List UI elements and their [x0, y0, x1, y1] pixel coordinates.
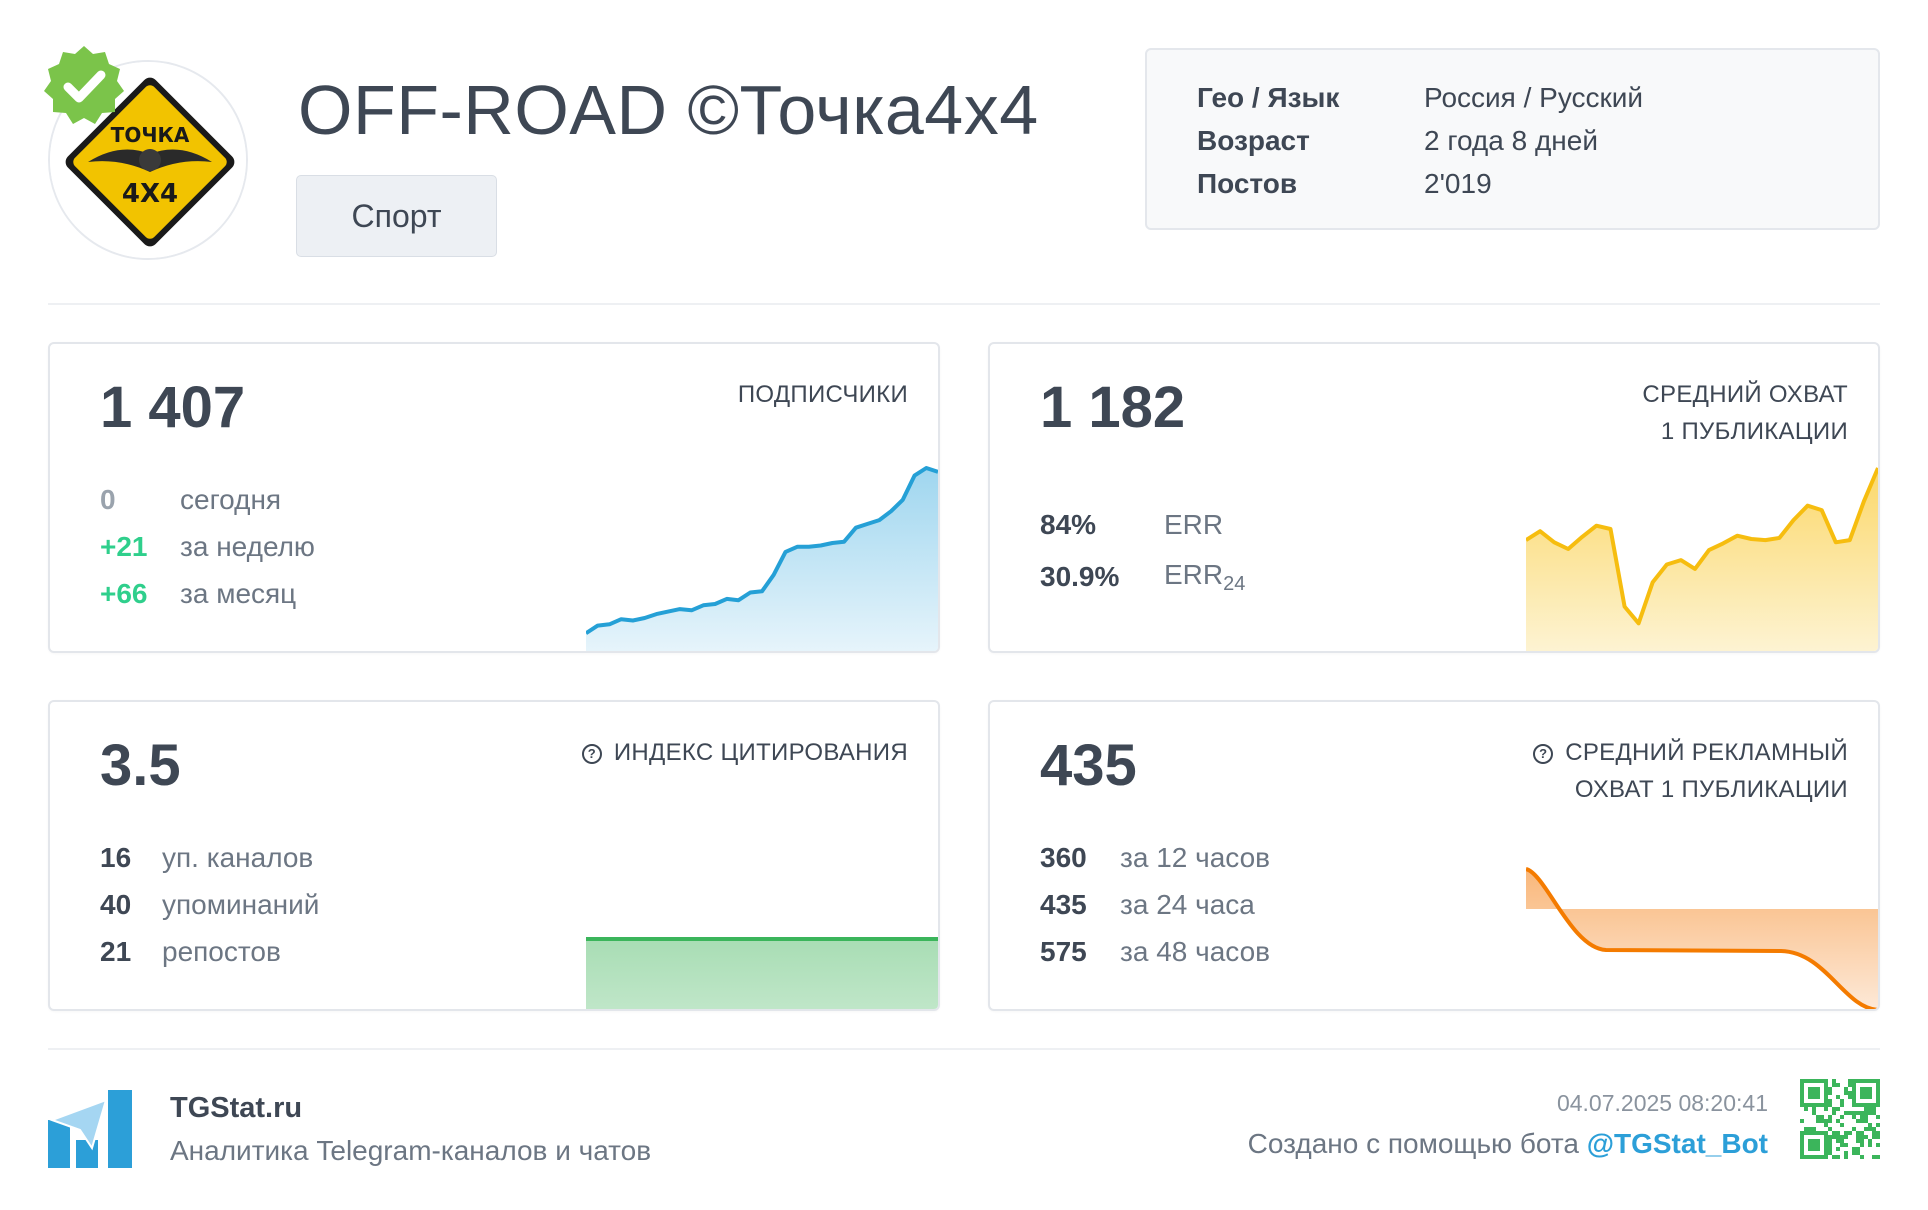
- ad-reach-label-line2: ОХВАТ 1 ПУБЛИКАЦИИ: [1574, 776, 1848, 803]
- stat-today-num: 0: [100, 483, 116, 515]
- stat-row-12h: 360 за 12 часов: [1040, 834, 1270, 881]
- citation-stats: 16 уп. каналов 40 упоминаний 21 репостов: [100, 834, 319, 975]
- avg-reach-trend-chart: [1526, 467, 1878, 651]
- stat-row-month: +66 за месяц: [100, 570, 315, 617]
- subscribers-label: ПОДПИСЧИКИ: [737, 381, 908, 408]
- ad-reach-label-line1: СРЕДНИЙ РЕКЛАМНЫЙ: [1565, 739, 1848, 766]
- err-stats: 84% ERR 30.9% ERR24: [1040, 499, 1245, 603]
- err24-label-sub: 24: [1223, 572, 1246, 595]
- stat-row-err: 84% ERR: [1040, 499, 1245, 551]
- stat-week-num: +21: [100, 530, 148, 562]
- header-divider: [48, 303, 1880, 305]
- citation-index-label: ? ИНДЕКС ЦИТИРОВАНИЯ: [581, 734, 908, 771]
- stat-48h-num: 575: [1040, 935, 1087, 967]
- stat-today-label: сегодня: [180, 483, 282, 515]
- brand-tagline: Аналитика Telegram-каналов и чатов: [170, 1135, 652, 1166]
- avg-reach-label-line1: СРЕДНИЙ ОХВАТ: [1642, 381, 1848, 408]
- citation-index-value: 3.5: [100, 733, 181, 798]
- subscribers-area: [586, 468, 938, 651]
- ad-reach-stats: 360 за 12 часов 435 за 24 часа 575 за 48…: [1040, 834, 1270, 975]
- created-by-prefix: Создано с помощью бота: [1247, 1128, 1587, 1159]
- timestamp: 04.07.2025 08:20:41: [1556, 1090, 1768, 1116]
- stat-row-week: +21 за неделю: [100, 523, 315, 570]
- stat-month-label: за месяц: [180, 577, 297, 609]
- ad-reach-label: ? СРЕДНИЙ РЕКЛАМНЫЙ ОХВАТ 1 ПУБЛИКАЦИИ: [1533, 734, 1848, 808]
- subscribers-count: 1 407: [100, 375, 246, 440]
- info-key: Возраст: [1197, 124, 1310, 156]
- stat-week-label: за неделю: [180, 530, 315, 562]
- footer-divider: [48, 1048, 1880, 1050]
- err-label: ERR: [1164, 509, 1224, 540]
- stat-24h-num: 435: [1040, 888, 1087, 920]
- info-value: 2 года 8 дней: [1424, 124, 1598, 156]
- created-by: Создано с помощью бота @TGStat_Bot: [1248, 1128, 1768, 1160]
- category-button[interactable]: Спорт: [296, 175, 497, 257]
- info-value: 2'019: [1424, 167, 1492, 199]
- stat-mentions-num: 40: [100, 888, 132, 920]
- citation-index-label-text: ИНДЕКС ЦИТИРОВАНИЯ: [613, 739, 908, 766]
- qr-code-icon: [1800, 1079, 1880, 1159]
- info-key: Гео / Язык: [1197, 81, 1340, 113]
- subscribers-trend-chart: [586, 466, 938, 651]
- stat-row-err24: 30.9% ERR24: [1040, 551, 1245, 603]
- stat-month-num: +66: [100, 577, 148, 609]
- help-icon[interactable]: ?: [581, 744, 602, 764]
- err24-value: 30.9%: [1040, 561, 1120, 592]
- svg-text:4X4: 4X4: [122, 179, 178, 209]
- ad-reach-value: 435: [1040, 733, 1137, 798]
- stat-reposts-label: репостов: [162, 935, 281, 967]
- citation-area: [586, 939, 938, 1009]
- stat-mentions-label: упоминаний: [162, 888, 320, 920]
- info-row-geo: Гео / Язык Россия / Русский: [1197, 76, 1878, 119]
- help-icon[interactable]: ?: [1533, 744, 1554, 764]
- avg-reach-card: 1 182 СРЕДНИЙ ОХВАТ 1 ПУБЛИКАЦИИ 84% ERR…: [988, 342, 1880, 653]
- stat-12h-label: за 12 часов: [1120, 841, 1271, 873]
- bot-link[interactable]: @TGStat_Bot: [1587, 1128, 1768, 1159]
- err-value: 84%: [1040, 509, 1097, 540]
- err24-label-main: ERR: [1164, 558, 1224, 590]
- stat-row-today: 0 сегодня: [100, 476, 315, 523]
- channel-title: OFF-ROAD ©Точка4х4: [298, 71, 1039, 149]
- stat-row-24h: 435 за 24 часа: [1040, 881, 1270, 928]
- ad-reach-card: 435 ? СРЕДНИЙ РЕКЛАМНЫЙ ОХВАТ 1 ПУБЛИКАЦИ…: [988, 700, 1880, 1011]
- stat-channels-label: уп. каналов: [162, 841, 314, 873]
- info-row-age: Возраст 2 года 8 дней: [1197, 119, 1878, 162]
- err24-label: ERR24: [1164, 559, 1245, 596]
- stat-row-channels: 16 уп. каналов: [100, 834, 319, 881]
- verified-badge-icon: [44, 46, 124, 124]
- stat-reposts-num: 21: [100, 935, 132, 967]
- info-value: Россия / Русский: [1424, 81, 1644, 113]
- tgstat-logo-icon: [48, 1090, 132, 1168]
- stat-channels-num: 16: [100, 841, 132, 873]
- info-row-posts: Постов 2'019: [1197, 162, 1878, 205]
- citation-index-card: 3.5 ? ИНДЕКС ЦИТИРОВАНИЯ 16 уп. каналов 4…: [48, 700, 940, 1011]
- avg-reach-label-line2: 1 ПУБЛИКАЦИИ: [1660, 418, 1848, 445]
- subscribers-card: 1 407 ПОДПИСЧИКИ 0 сегодня +21 за неделю…: [48, 342, 940, 653]
- channel-info-panel: Гео / Язык Россия / Русский Возраст 2 го…: [1145, 48, 1880, 230]
- subscribers-stats: 0 сегодня +21 за неделю +66 за месяц: [100, 476, 315, 617]
- ad-reach-trend-chart: [1526, 867, 1878, 1009]
- stat-row-reposts: 21 репостов: [100, 928, 319, 975]
- stat-row-48h: 575 за 48 часов: [1040, 928, 1270, 975]
- stat-row-mentions: 40 упоминаний: [100, 881, 319, 928]
- stat-12h-num: 360: [1040, 841, 1087, 873]
- avg-reach-label: СРЕДНИЙ ОХВАТ 1 ПУБЛИКАЦИИ: [1642, 376, 1848, 450]
- info-key: Постов: [1197, 167, 1298, 199]
- ad-reach-area: [1526, 869, 1878, 1009]
- stat-48h-label: за 48 часов: [1120, 935, 1271, 967]
- citation-trend-chart: [586, 937, 938, 1009]
- brand-name[interactable]: TGStat.ru: [170, 1092, 302, 1125]
- channel-avatar: ТОЧКА 4X4: [44, 46, 248, 260]
- stat-24h-label: за 24 часа: [1120, 888, 1255, 920]
- avg-reach-value: 1 182: [1040, 375, 1186, 440]
